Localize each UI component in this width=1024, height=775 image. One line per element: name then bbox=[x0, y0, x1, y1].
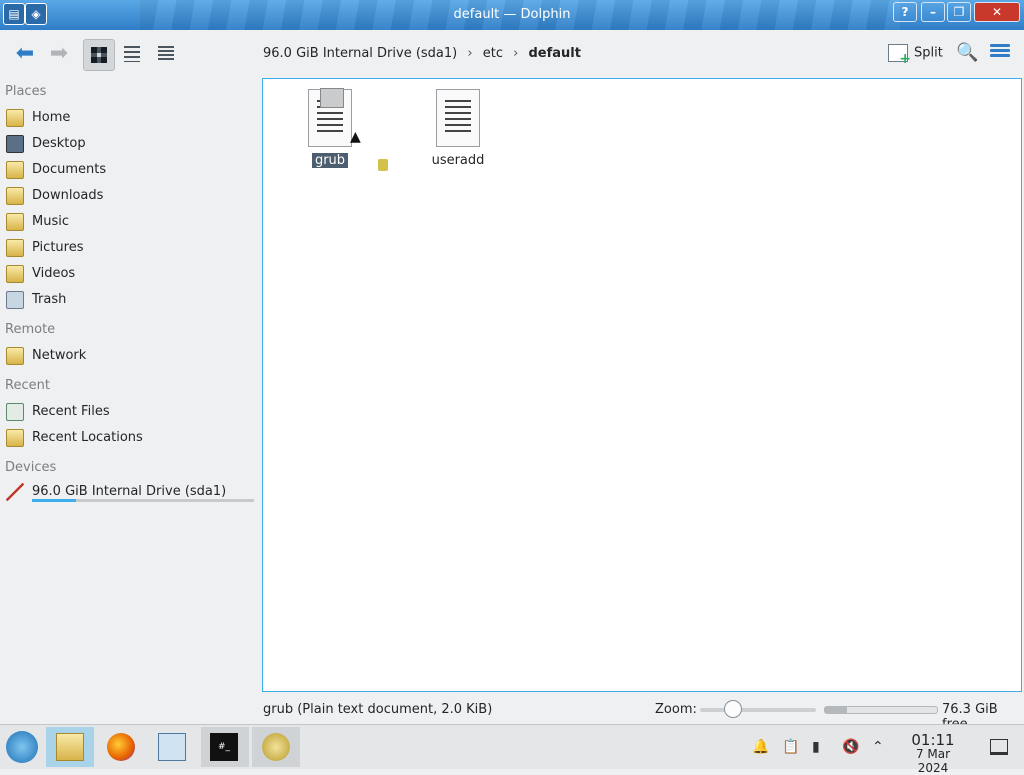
start-menu-icon[interactable] bbox=[6, 731, 38, 763]
clipboard-tray-icon[interactable]: 📋 bbox=[782, 739, 799, 755]
forward-button[interactable]: ➡ bbox=[44, 40, 74, 68]
sidebar-item-trash[interactable]: Trash bbox=[6, 289, 256, 311]
downloads-folder-icon bbox=[6, 187, 24, 205]
file-name: useradd bbox=[431, 153, 485, 168]
system-settings-icon[interactable] bbox=[158, 733, 186, 761]
details-view-button[interactable] bbox=[151, 39, 181, 69]
sidebar-item-music[interactable]: Music bbox=[6, 211, 256, 233]
free-space-bar bbox=[824, 706, 938, 714]
breadcrumb: 96.0 GiB Internal Drive (sda1) › etc › d… bbox=[263, 46, 581, 61]
help-button[interactable]: ? bbox=[893, 2, 917, 22]
file-manager-icon[interactable] bbox=[56, 733, 84, 761]
sidebar-item-recent-locations[interactable]: Recent Locations bbox=[6, 427, 256, 449]
network-folder-icon bbox=[6, 347, 24, 365]
compact-view-button[interactable] bbox=[117, 39, 147, 69]
main-toolbar: ⬅ ➡ 96.0 GiB Internal Drive (sda1) › etc… bbox=[0, 30, 1024, 76]
window-title: default — Dolphin bbox=[453, 7, 571, 22]
chevron-right-icon: › bbox=[467, 46, 473, 61]
sidebar-item-recent-files[interactable]: Recent Files bbox=[6, 401, 256, 423]
status-bar: grub (Plain text document, 2.0 KiB) Zoom… bbox=[0, 696, 1024, 732]
sidebar-item-downloads[interactable]: Downloads bbox=[6, 185, 256, 207]
breadcrumb-etc[interactable]: etc bbox=[483, 46, 503, 61]
window-titlebar[interactable]: ▤ ◈ default — Dolphin ? – ❐ ✕ bbox=[0, 0, 1024, 30]
videos-folder-icon bbox=[6, 265, 24, 283]
file-item-useradd[interactable]: useradd bbox=[413, 89, 503, 168]
breadcrumb-drive[interactable]: 96.0 GiB Internal Drive (sda1) bbox=[263, 46, 457, 61]
section-recent: Recent bbox=[5, 378, 50, 393]
file-item-grub[interactable]: ▲ grub bbox=[285, 88, 388, 171]
sidebar-item-videos[interactable]: Videos bbox=[6, 263, 256, 285]
clock-date: 7 Mar 2024 bbox=[915, 747, 951, 775]
split-button[interactable]: Split bbox=[888, 44, 943, 67]
music-folder-icon bbox=[6, 213, 24, 231]
section-places: Places bbox=[5, 84, 47, 99]
sidebar-item-documents[interactable]: Documents bbox=[6, 159, 256, 181]
sidebar-item-desktop[interactable]: Desktop bbox=[6, 133, 256, 155]
volume-muted-icon[interactable]: 🔇 bbox=[842, 739, 859, 755]
lock-emblem-icon bbox=[378, 159, 388, 171]
icons-view-button[interactable] bbox=[83, 39, 115, 71]
selection-toggle-icon[interactable] bbox=[320, 88, 344, 108]
mouse-cursor-icon: ▲ bbox=[350, 129, 361, 145]
pictures-folder-icon bbox=[6, 239, 24, 257]
section-remote: Remote bbox=[5, 322, 56, 337]
terminal-icon[interactable]: #_ bbox=[210, 733, 238, 761]
show-desktop-icon[interactable] bbox=[990, 739, 1008, 755]
sidebar-item-home[interactable]: Home bbox=[6, 107, 256, 129]
taskbar: #_ 🔔 📋 ▮ 🔇 ⌃ 01:11 7 Mar 2024 bbox=[0, 724, 1024, 775]
breadcrumb-current[interactable]: default bbox=[528, 46, 580, 61]
maximize-button[interactable]: ❐ bbox=[947, 2, 971, 22]
zoom-label: Zoom: bbox=[655, 702, 697, 717]
back-button[interactable]: ⬅ bbox=[10, 40, 40, 68]
sidebar-item-pictures[interactable]: Pictures bbox=[6, 237, 256, 259]
drive-icon bbox=[6, 483, 24, 501]
archive-icon[interactable] bbox=[262, 733, 290, 761]
file-view[interactable]: ▲ grub useradd bbox=[262, 78, 1022, 692]
compact-view-icon bbox=[124, 46, 140, 62]
recent-files-icon bbox=[6, 403, 24, 421]
chevron-right-icon: › bbox=[513, 46, 519, 61]
chevron-up-icon[interactable]: ⌃ bbox=[872, 739, 884, 755]
places-panel: Places Home Desktop Documents Downloads … bbox=[0, 78, 262, 698]
firefox-icon[interactable] bbox=[107, 733, 135, 761]
sidebar-item-network[interactable]: Network bbox=[6, 345, 256, 367]
recent-locations-icon bbox=[6, 429, 24, 447]
zoom-slider-handle[interactable] bbox=[724, 700, 742, 718]
search-icon[interactable]: 🔍 bbox=[956, 42, 978, 63]
close-button[interactable]: ✕ bbox=[974, 2, 1020, 22]
text-document-icon bbox=[436, 89, 480, 147]
documents-folder-icon bbox=[6, 161, 24, 179]
hamburger-menu-icon[interactable] bbox=[990, 42, 1010, 62]
split-view-icon bbox=[888, 44, 911, 67]
file-name: grub bbox=[311, 153, 349, 168]
zoom-slider[interactable] bbox=[700, 708, 816, 712]
split-label: Split bbox=[914, 45, 943, 61]
battery-icon[interactable]: ▮ bbox=[812, 739, 820, 755]
icons-view-icon bbox=[91, 47, 107, 63]
trash-icon bbox=[6, 291, 24, 309]
section-devices: Devices bbox=[5, 460, 57, 475]
details-view-icon bbox=[158, 46, 174, 62]
home-folder-icon bbox=[6, 109, 24, 127]
notifications-icon[interactable]: 🔔 bbox=[752, 739, 769, 755]
clock[interactable]: 01:11 7 Mar 2024 bbox=[900, 731, 966, 775]
desktop-icon bbox=[6, 135, 24, 153]
selection-info: grub (Plain text document, 2.0 KiB) bbox=[263, 702, 493, 717]
drive-usage-bar bbox=[32, 499, 254, 502]
minimize-button[interactable]: – bbox=[921, 2, 945, 22]
